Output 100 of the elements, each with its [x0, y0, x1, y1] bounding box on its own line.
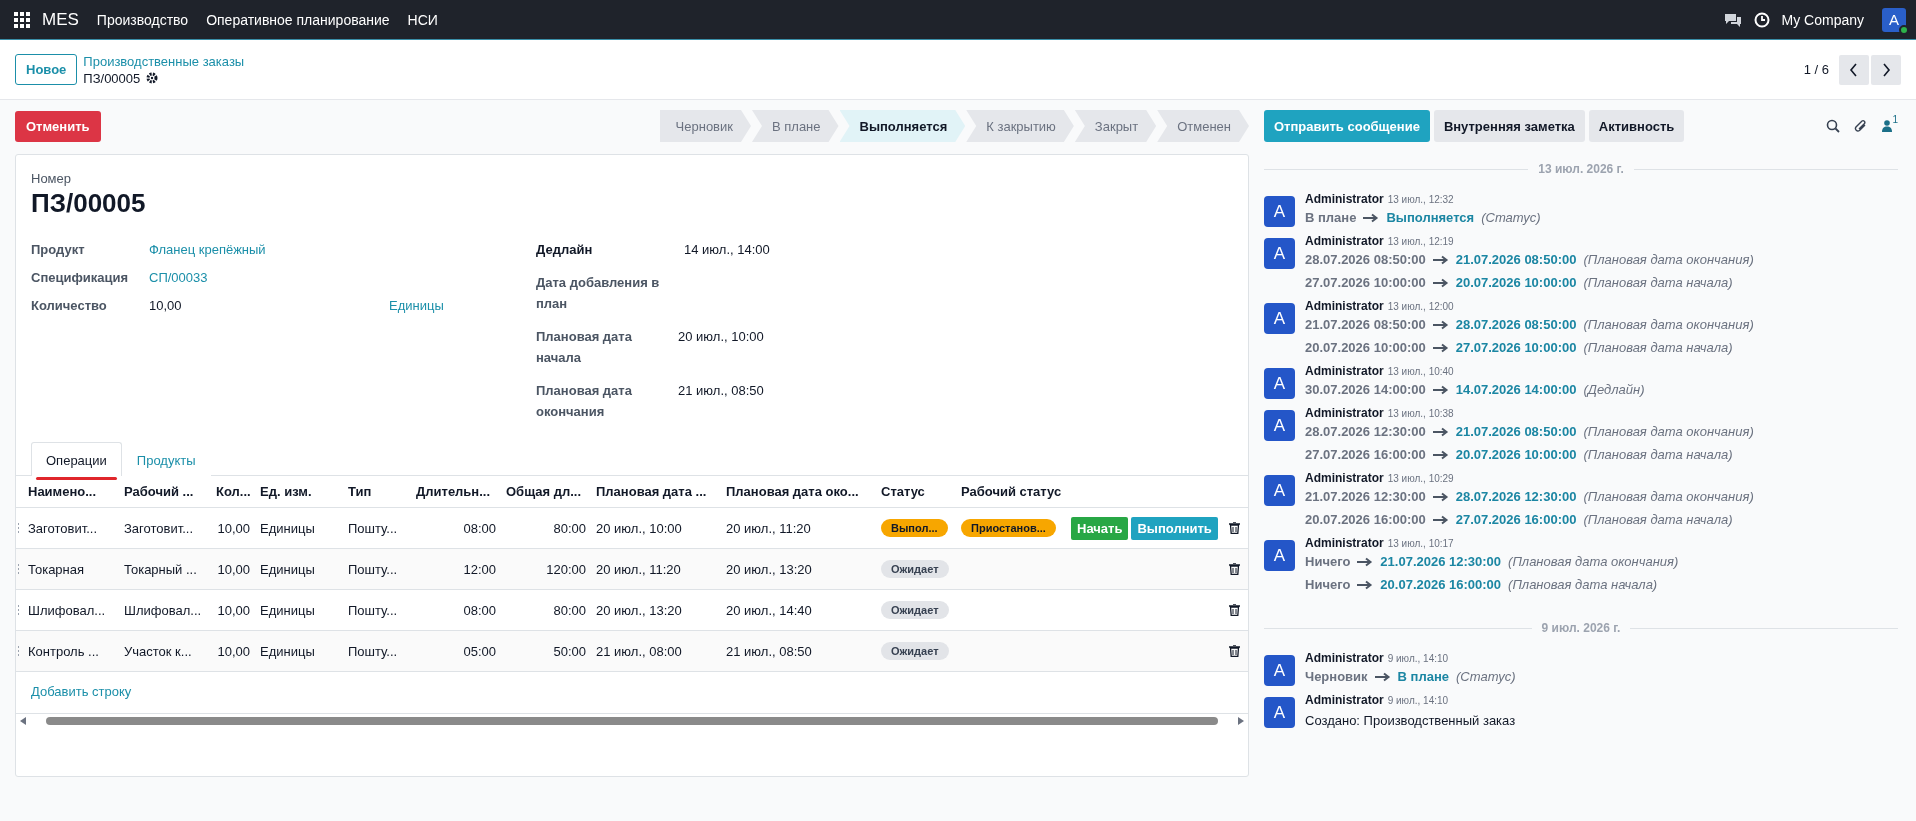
author-name[interactable]: Administrator	[1305, 364, 1384, 378]
trash-icon[interactable]	[1229, 522, 1240, 534]
table-cell-text: 20 июл., 11:20	[726, 520, 812, 536]
table-cell-text: Единицы	[260, 643, 316, 659]
trash-icon[interactable]	[1229, 645, 1240, 657]
new-value: 20.07.2026 10:00:00	[1455, 275, 1577, 290]
old-value: 21.07.2026 12:30:00	[1305, 489, 1426, 504]
column-header[interactable]: Плановая дата око...	[726, 484, 881, 499]
field-link[interactable]: Фланец крепёжный	[149, 242, 266, 257]
new-value: 20.07.2026 16:00:00	[1380, 577, 1502, 592]
old-value: 27.07.2026 16:00:00	[1305, 447, 1426, 462]
column-header[interactable]: Общая дл...	[506, 484, 596, 499]
author-name[interactable]: Administrator	[1305, 651, 1384, 665]
column-header[interactable]: Наимено...	[28, 484, 124, 499]
old-value: 21.07.2026 08:50:00	[1305, 317, 1426, 332]
add-line-link[interactable]: Добавить строку	[31, 684, 132, 699]
app-grid-icon[interactable]	[14, 11, 30, 28]
column-header[interactable]: Ед. изм.	[260, 484, 348, 499]
status-stage[interactable]: Выполняется	[839, 110, 966, 142]
company-name[interactable]: My Company	[1781, 11, 1864, 28]
table-cell-text: 20 июл., 10:00	[596, 520, 683, 536]
cancel-button[interactable]: Отменить	[15, 110, 101, 142]
drag-handle-icon[interactable]	[17, 604, 20, 616]
work-status-badge: Приостанов...	[961, 519, 1056, 537]
status-stage[interactable]: Отменен	[1157, 110, 1249, 142]
table-cell-text: 80:00	[552, 520, 587, 536]
status-stage[interactable]: В плане	[751, 110, 839, 142]
author-name[interactable]: Administrator	[1305, 234, 1384, 248]
author-name[interactable]: Administrator	[1305, 471, 1384, 485]
drag-handle-icon[interactable]	[17, 522, 20, 534]
field-link[interactable]: СП/00033	[149, 270, 208, 285]
old-value: 28.07.2026 08:50:00	[1305, 252, 1426, 267]
field-label: Номер	[31, 171, 71, 186]
app-name[interactable]: MES	[42, 9, 79, 30]
scroll-right-icon[interactable]	[1238, 716, 1244, 725]
message-time: 13 июл., 10:17	[1387, 537, 1454, 549]
user-avatar[interactable]: A	[1882, 7, 1906, 32]
chatter-button[interactable]: Внутренняя заметка	[1433, 110, 1585, 142]
author-name[interactable]: Administrator	[1305, 693, 1384, 707]
chat-icon[interactable]	[1723, 11, 1742, 28]
column-header[interactable]: Рабочий статус	[961, 484, 1071, 499]
status-stage[interactable]: Черновик	[659, 110, 751, 142]
table-cell-text: Заготовит...	[124, 520, 195, 536]
gear-icon[interactable]	[146, 72, 159, 84]
field-value: 10,00	[149, 298, 183, 313]
menu-item[interactable]: НСИ	[407, 11, 438, 28]
drag-handle-icon[interactable]	[17, 645, 20, 657]
table-cell-text: 20 июл., 11:20	[596, 561, 682, 577]
person-icon[interactable]	[1882, 120, 1893, 132]
table-cell-text: 50:00	[552, 643, 587, 659]
old-value: Ничего	[1305, 554, 1351, 569]
chatter-button[interactable]: Активность	[1588, 110, 1685, 142]
column-header[interactable]: Кол...	[216, 484, 260, 499]
scroll-left-icon[interactable]	[20, 716, 26, 725]
author-name[interactable]: Administrator	[1305, 192, 1384, 206]
drag-handle-icon[interactable]	[17, 563, 20, 575]
author-name[interactable]: Administrator	[1305, 299, 1384, 313]
author-avatar: A	[1264, 196, 1295, 227]
message-time: 13 июл., 12:19	[1387, 235, 1454, 247]
menu-item[interactable]: Производство	[96, 11, 189, 28]
horizontal-scrollbar[interactable]	[16, 713, 1248, 727]
new-value: 27.07.2026 16:00:00	[1455, 512, 1577, 527]
clock-icon[interactable]	[1753, 11, 1770, 28]
field-name: (Плановая дата начала)	[1583, 275, 1733, 290]
column-header[interactable]: Плановая дата ...	[596, 484, 726, 499]
followers-count[interactable]: 1	[1892, 114, 1898, 125]
new-value: 28.07.2026 12:30:00	[1455, 489, 1577, 504]
new-value: Выполняется	[1386, 210, 1475, 225]
arrow-icon	[1432, 384, 1449, 395]
author-name[interactable]: Administrator	[1305, 406, 1384, 420]
arrow-icon	[1374, 671, 1391, 682]
column-header[interactable]: Длительн...	[416, 484, 506, 499]
field-label: Дедлайн	[536, 241, 594, 259]
message-time: 13 июл., 12:00	[1387, 300, 1454, 312]
author-avatar: A	[1264, 540, 1295, 571]
table-cell-text: Шлифовал...	[124, 602, 203, 618]
status-stage[interactable]: Закрыт	[1074, 110, 1157, 142]
column-header[interactable]: Рабочий ...	[124, 484, 216, 499]
table-cell-text: 08:00	[462, 602, 497, 618]
old-value: 20.07.2026 10:00:00	[1305, 340, 1426, 355]
status-badge: Ожидает	[881, 601, 949, 619]
arrow-icon	[1432, 449, 1449, 460]
unit-link[interactable]: Единицы	[389, 298, 444, 313]
column-header[interactable]: Статус	[881, 484, 961, 499]
menu-item[interactable]: Оперативное планирование	[206, 11, 390, 28]
breadcrumb-link[interactable]: Производственные заказы	[83, 53, 245, 69]
field-name: (Плановая дата окончания)	[1583, 317, 1754, 332]
search-icon[interactable]	[1826, 119, 1841, 133]
next-button[interactable]	[1871, 54, 1901, 85]
trash-icon[interactable]	[1229, 604, 1240, 616]
status-stage[interactable]: К закрытию	[966, 110, 1074, 142]
column-header[interactable]: Тип	[348, 484, 416, 499]
field-label: Плановая дата окончания	[536, 382, 633, 421]
previous-button[interactable]	[1839, 54, 1869, 85]
old-value: 27.07.2026 10:00:00	[1305, 275, 1426, 290]
new-button[interactable]: Новое	[15, 54, 78, 85]
author-name[interactable]: Administrator	[1305, 536, 1384, 550]
table-cell-text: 10,00	[216, 602, 251, 618]
trash-icon[interactable]	[1229, 563, 1240, 575]
message-time: 9 июл., 14:10	[1387, 652, 1449, 664]
